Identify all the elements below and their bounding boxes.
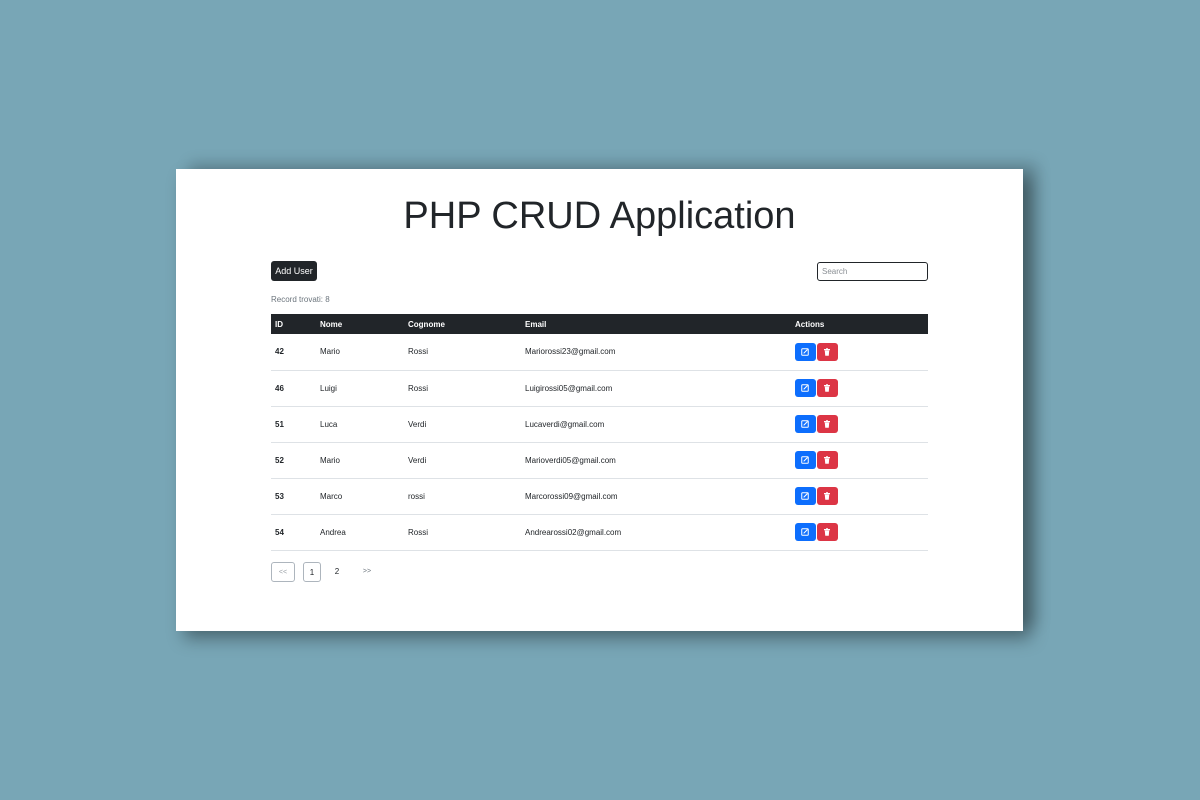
cell-email: Marioverdi05@gmail.com	[525, 455, 616, 465]
cell-email: Luigirossi05@gmail.com	[525, 383, 613, 393]
cell-email: Mariorossi23@gmail.com	[525, 347, 616, 357]
cell-actions	[791, 370, 928, 406]
cell-email: Lucaverdi@gmail.com	[525, 419, 605, 429]
users-table: ID Nome Cognome Email Actions 42 Mario Ros…	[271, 314, 928, 551]
header-nome: Nome	[320, 319, 343, 329]
cell-actions	[791, 406, 928, 442]
cell-cognome: Verdi	[408, 455, 427, 465]
cell-nome: Marco	[320, 491, 343, 501]
header-email: Email	[525, 319, 547, 329]
cell-nome: Mario	[320, 455, 341, 465]
pagination-page-2[interactable]: 2	[328, 562, 346, 582]
cell-cognome: Rossi	[408, 527, 429, 537]
cell-id: 42	[275, 347, 284, 357]
delete-button[interactable]	[817, 451, 838, 469]
edit-button[interactable]	[795, 415, 816, 433]
cell-nome: Mario	[320, 347, 341, 357]
header-actions: Actions	[795, 319, 825, 329]
cell-cognome: Verdi	[408, 419, 427, 429]
edit-button[interactable]	[795, 451, 816, 469]
cell-id: 51	[275, 419, 284, 429]
cell-id: 46	[275, 383, 284, 393]
record-count: Record trovati: 8	[271, 295, 330, 304]
table-row: 42 Mario Rossi Mariorossi23@gmail.com	[271, 334, 928, 370]
table-row: 46 Luigi Rossi Luigirossi05@gmail.com	[271, 370, 928, 406]
delete-button[interactable]	[817, 415, 838, 433]
cell-nome: Luca	[320, 419, 338, 429]
cell-nome: Luigi	[320, 383, 337, 393]
edit-button[interactable]	[795, 487, 816, 505]
table-body: 42 Mario Rossi Mariorossi23@gmail.com 46 Luig…	[271, 334, 928, 550]
table-row: 54 Andrea Rossi Andrearossi02@gmail.com	[271, 514, 928, 550]
edit-button[interactable]	[795, 523, 816, 541]
cell-actions	[791, 442, 928, 478]
cell-actions	[791, 334, 928, 370]
delete-button[interactable]	[817, 379, 838, 397]
table-row: 51 Luca Verdi Lucaverdi@gmail.com	[271, 406, 928, 442]
edit-button[interactable]	[795, 342, 816, 361]
table-row: 52 Mario Verdi Marioverdi05@gmail.com	[271, 442, 928, 478]
header-id: ID	[275, 319, 283, 329]
table-row: 53 Marco rossi Marcorossi09@gmail.com	[271, 478, 928, 514]
delete-button[interactable]	[817, 487, 838, 505]
table-header-row: ID Nome Cognome Email Actions	[271, 314, 928, 334]
header-cognome: Cognome	[408, 319, 445, 329]
cell-cognome: rossi	[408, 491, 425, 501]
edit-button[interactable]	[795, 379, 816, 397]
cell-actions	[791, 514, 928, 550]
cell-email: Marcorossi09@gmail.com	[525, 491, 618, 501]
cell-id: 54	[275, 527, 284, 537]
delete-button[interactable]	[817, 342, 838, 361]
cell-email: Andrearossi02@gmail.com	[525, 527, 622, 537]
pagination-prev-button[interactable]: <<	[271, 562, 295, 582]
cell-cognome: Rossi	[408, 347, 429, 357]
delete-button[interactable]	[817, 523, 838, 541]
main-card: PHP CRUD Application Add User Record tro…	[176, 169, 1023, 631]
cell-id: 52	[275, 455, 284, 465]
add-user-button[interactable]: Add User	[271, 261, 317, 281]
cell-actions	[791, 478, 928, 514]
pagination-page-1[interactable]: 1	[303, 562, 321, 582]
cell-id: 53	[275, 491, 284, 501]
cell-nome: Andrea	[320, 527, 346, 537]
page-title: PHP CRUD Application	[403, 195, 796, 237]
cell-cognome: Rossi	[408, 383, 429, 393]
pagination-next-button[interactable]: >>	[355, 562, 379, 582]
search-input[interactable]	[817, 262, 928, 281]
